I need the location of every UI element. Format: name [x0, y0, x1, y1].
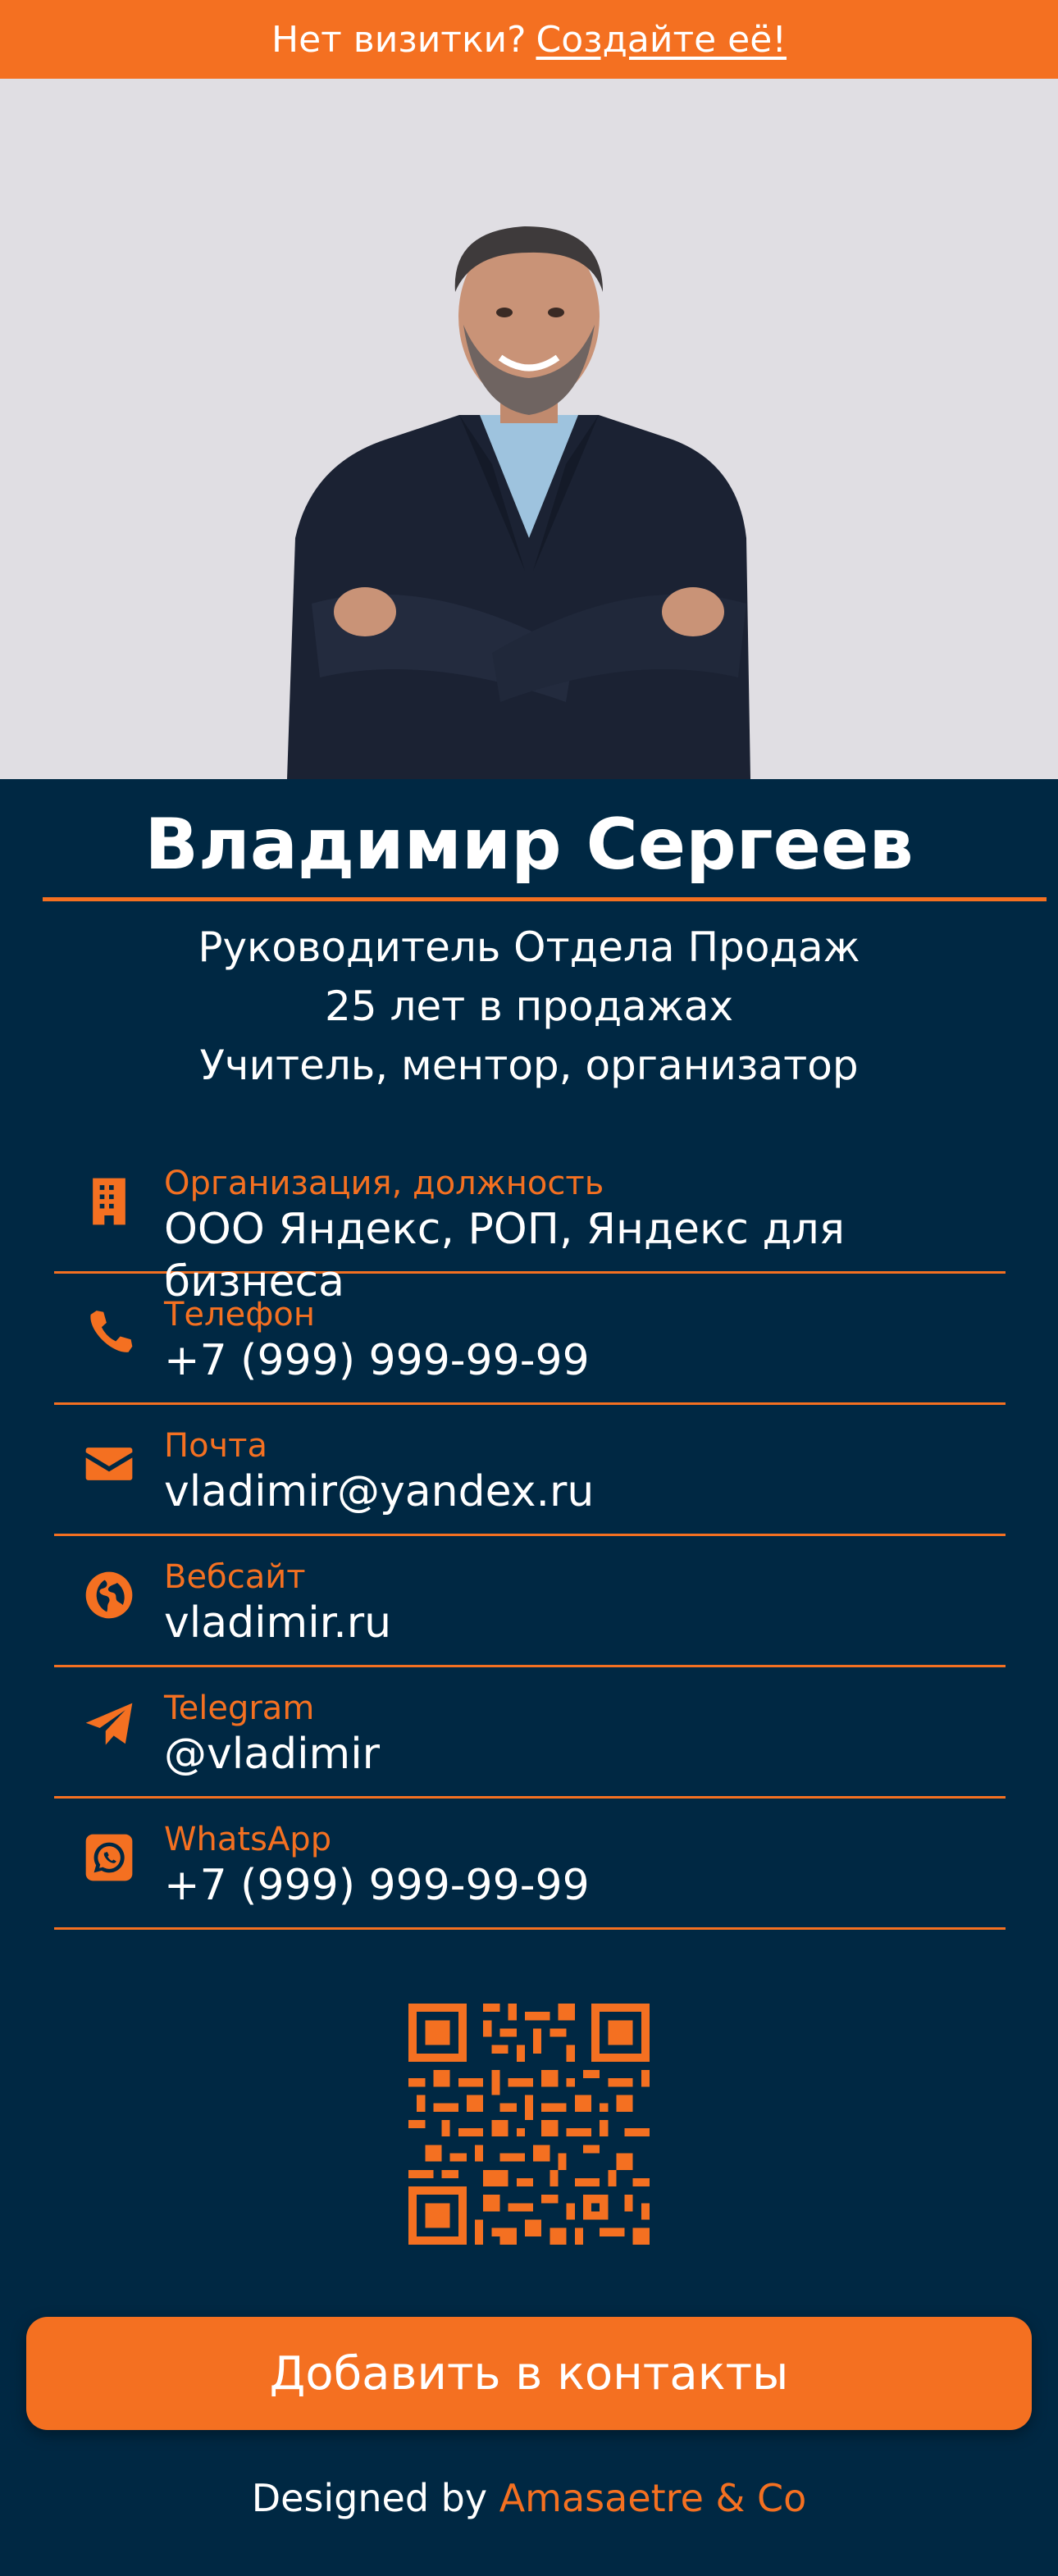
contact-label: Telegram: [164, 1689, 315, 1727]
subtitle-line: 25 лет в продажах: [324, 983, 734, 1030]
contact-whatsapp[interactable]: WhatsApp +7 (999) 999-99-99: [54, 1799, 1006, 1930]
contact-value: +7 (999) 999-99-99: [164, 1861, 590, 1910]
footer-prefix: Designed by: [251, 2476, 488, 2520]
contact-value: ООО Яндекс, РОП, Яндекс для бизнеса: [164, 1205, 845, 1306]
subtitle-line: Учитель, ментор, организатор: [199, 1042, 859, 1089]
envelope-icon: [54, 1426, 164, 1492]
contact-label: WhatsApp: [164, 1821, 332, 1858]
subtitle-line: Руководитель Отдела Продаж: [198, 923, 860, 971]
building-icon: [54, 1164, 164, 1229]
footer-brand-link[interactable]: Amasaetre & Co: [499, 2476, 807, 2520]
phone-icon: [54, 1295, 164, 1361]
qr-code-icon: [408, 2004, 650, 2245]
contact-value: vladimir.ru: [164, 1598, 392, 1648]
name-divider: [43, 897, 1047, 901]
promo-text: Нет визитки?: [271, 18, 527, 61]
contact-value: +7 (999) 999-99-99: [164, 1336, 590, 1385]
create-card-link[interactable]: Создайте её!: [536, 19, 787, 61]
footer-credit: Designed by Amasaetre & Co: [0, 2476, 1058, 2520]
contact-value: @vladimir: [164, 1730, 381, 1779]
contact-telegram[interactable]: Telegram @vladimir: [54, 1667, 1006, 1799]
contact-website[interactable]: Вебсайт vladimir.ru: [54, 1536, 1006, 1667]
contact-label: Организация, должность: [164, 1165, 604, 1202]
profile-subtitle: Руководитель Отдела Продаж 25 лет в прод…: [0, 918, 1058, 1095]
person-name: Владимир Сергеев: [144, 804, 914, 886]
contact-label: Почта: [164, 1427, 267, 1465]
contact-value: vladimir@yandex.ru: [164, 1467, 595, 1516]
contact-list: Организация, должность ООО Яндекс, РОП, …: [54, 1142, 1006, 1930]
promo-banner: Нет визитки? Создайте её!: [0, 0, 1058, 79]
globe-icon: [54, 1557, 164, 1623]
whatsapp-icon: [54, 1820, 164, 1885]
contact-organization[interactable]: Организация, должность ООО Яндекс, РОП, …: [54, 1142, 1006, 1306]
contact-email[interactable]: Почта vladimir@yandex.ru: [54, 1405, 1006, 1536]
telegram-icon: [54, 1689, 164, 1754]
contact-label: Телефон: [164, 1296, 316, 1334]
qr-code: [0, 2004, 1058, 2245]
add-to-contacts-button[interactable]: Добавить в контакты: [26, 2317, 1032, 2430]
profile-photo: [0, 79, 1058, 779]
contact-label: Вебсайт: [164, 1558, 306, 1596]
